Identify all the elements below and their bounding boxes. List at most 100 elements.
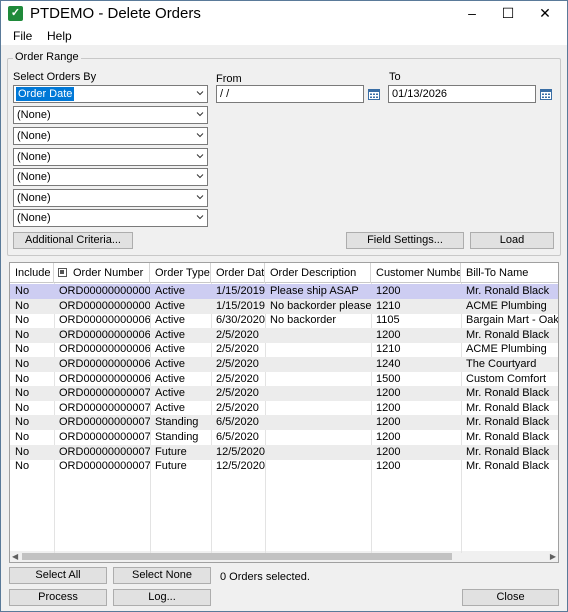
cell-bill-to-name: Mr. Ronald Black xyxy=(466,401,550,414)
column-header-label: Order Type xyxy=(155,267,210,279)
table-row[interactable]: No ORD000000000068 Active 2/5/2020 1240 The C… xyxy=(10,357,558,372)
select-all-button[interactable]: Select All xyxy=(9,567,107,584)
criteria-select-1[interactable]: Order Date xyxy=(13,85,208,103)
scroll-left-icon[interactable]: ◀ xyxy=(12,552,18,561)
cell-order-number: ORD000000000074 xyxy=(59,445,150,458)
cell-order-number: ORD000000000002 xyxy=(59,299,150,312)
cell-include: No xyxy=(15,372,30,385)
cell-order-description xyxy=(265,342,371,357)
cell-bill-to-name: The Courtyard xyxy=(466,358,537,370)
column-header-include[interactable]: Include xyxy=(10,263,54,283)
criteria-select-6-value: (None) xyxy=(17,192,51,204)
delete-orders-window: ✓ PTDEMO - Delete Orders – ☐ ✕ File Help… xyxy=(0,0,568,612)
criteria-select-4[interactable]: (None) xyxy=(13,148,208,166)
cell-include: No xyxy=(15,387,30,400)
column-header-bill-to-name[interactable]: Bill-To Name xyxy=(461,263,558,283)
cell-order-type: Active xyxy=(155,285,185,297)
cell-customer-number: 1200 xyxy=(376,387,401,400)
load-button[interactable]: Load xyxy=(470,232,554,249)
process-button[interactable]: Process xyxy=(9,589,107,606)
cell-customer-number: 1200 xyxy=(376,460,401,473)
cell-order-description xyxy=(265,459,371,474)
cell-order-date: 2/5/2020 xyxy=(216,343,259,356)
column-header-label: Order Date xyxy=(216,267,265,279)
cell-include: No xyxy=(15,445,30,458)
cell-customer-number: 1200 xyxy=(376,328,401,341)
title-bar: ✓ PTDEMO - Delete Orders – ☐ ✕ xyxy=(1,1,567,27)
menu-file[interactable]: File xyxy=(13,29,32,43)
order-range-title: Order Range xyxy=(13,51,81,63)
column-header-order-type[interactable]: Order Type xyxy=(150,263,211,283)
table-row[interactable]: No ORD000000000001 Active 1/15/2019 Please s… xyxy=(10,284,558,299)
window-title: PTDEMO - Delete Orders xyxy=(30,5,201,22)
table-row[interactable]: No ORD000000000002 Active 1/15/2019 No backo… xyxy=(10,298,558,314)
minimize-button[interactable]: – xyxy=(455,1,489,25)
cell-order-type: Standing xyxy=(155,416,199,429)
to-date-input[interactable]: 01/13/2026 xyxy=(388,85,536,103)
from-date-value: / / xyxy=(220,88,230,100)
close-button[interactable]: Close xyxy=(462,589,559,606)
column-header-order-description[interactable]: Order Description xyxy=(265,263,371,283)
cell-order-number: ORD000000000072 xyxy=(59,416,150,429)
cell-bill-to-name: Mr. Ronald Black xyxy=(466,445,550,458)
scroll-right-icon[interactable]: ▶ xyxy=(550,552,556,561)
chevron-down-icon xyxy=(196,215,204,220)
from-date-input[interactable]: / / xyxy=(216,85,364,103)
table-row[interactable]: No ORD000000000075 Future 12/5/2020 1200 Mr. … xyxy=(10,459,558,474)
column-header-order-date[interactable]: Order Date xyxy=(211,263,265,283)
cell-customer-number: 1210 xyxy=(376,299,401,312)
cell-order-date: 6/30/2020 xyxy=(216,314,265,327)
log-button[interactable]: Log... xyxy=(113,589,211,606)
app-check-icon: ✓ xyxy=(8,6,23,21)
table-row[interactable]: No ORD000000000069 Active 2/5/2020 1500 Custo… xyxy=(10,372,558,387)
calendar-icon[interactable] xyxy=(368,88,380,100)
cell-customer-number: 1500 xyxy=(376,372,401,385)
chevron-down-icon xyxy=(196,112,204,117)
cell-include: No xyxy=(15,460,30,473)
menu-help[interactable]: Help xyxy=(47,29,72,43)
cell-order-date: 1/15/2019 xyxy=(216,299,265,312)
table-row[interactable]: No ORD000000000066 Active 2/5/2020 1200 Mr. R… xyxy=(10,327,558,343)
cell-order-date: 12/5/2020 xyxy=(216,445,265,458)
cell-include: No xyxy=(15,431,30,443)
table-row[interactable]: No ORD000000000073 Standing 6/5/2020 1200 Mr.… xyxy=(10,430,558,445)
cell-order-type: Standing xyxy=(155,431,199,443)
column-header-order-number[interactable]: Order Number xyxy=(54,263,150,283)
cell-order-number: ORD000000000067 xyxy=(59,343,150,356)
to-label: To xyxy=(389,71,401,83)
table-row[interactable]: No ORD000000000072 Standing 6/5/2020 1200 Mr.… xyxy=(10,415,558,431)
cell-order-description: Please ship ASAP xyxy=(270,285,359,297)
criteria-select-6[interactable]: (None) xyxy=(13,189,208,207)
cell-order-description: No backorder xyxy=(270,314,337,327)
cell-order-type: Active xyxy=(155,299,185,312)
orders-grid[interactable]: Include Order Number Order Type Order Date O… xyxy=(9,262,559,563)
scrollbar-thumb[interactable] xyxy=(22,553,452,560)
cell-order-date: 1/15/2019 xyxy=(216,285,265,297)
cell-order-number: ORD000000000068 xyxy=(59,358,150,370)
cell-bill-to-name: ACME Plumbing xyxy=(466,299,547,312)
select-none-button[interactable]: Select None xyxy=(113,567,211,584)
horizontal-scrollbar[interactable]: ◀ ▶ xyxy=(10,551,558,562)
calendar-icon[interactable] xyxy=(540,88,552,100)
cell-order-type: Active xyxy=(155,358,185,370)
close-window-button[interactable]: ✕ xyxy=(528,1,562,25)
field-settings-button[interactable]: Field Settings... xyxy=(346,232,464,249)
table-row[interactable]: No ORD000000000067 Active 2/5/2020 1210 ACME … xyxy=(10,342,558,357)
cell-customer-number: 1210 xyxy=(376,343,401,356)
table-row[interactable]: No ORD000000000070 Active 2/5/2020 1200 Mr. R… xyxy=(10,386,558,402)
cell-order-description xyxy=(265,357,371,372)
criteria-select-2[interactable]: (None) xyxy=(13,106,208,124)
cell-include: No xyxy=(15,343,30,356)
cell-order-description: No backorder please xyxy=(270,299,371,312)
table-row[interactable]: No ORD000000000074 Future 12/5/2020 1200 Mr. … xyxy=(10,444,558,460)
column-header-customer-number[interactable]: Customer Number xyxy=(371,263,461,283)
selection-status: 0 Orders selected. xyxy=(220,571,310,583)
table-row[interactable]: No ORD000000000063 Active 6/30/2020 No backo… xyxy=(10,313,558,328)
additional-criteria-button[interactable]: Additional Criteria... xyxy=(13,232,133,249)
criteria-select-3[interactable]: (None) xyxy=(13,127,208,145)
table-row[interactable]: No ORD000000000071 Active 2/5/2020 1200 Mr. R… xyxy=(10,401,558,416)
criteria-select-7[interactable]: (None) xyxy=(13,209,208,227)
maximize-button[interactable]: ☐ xyxy=(491,1,525,25)
criteria-select-5[interactable]: (None) xyxy=(13,168,208,186)
cell-bill-to-name: Mr. Ronald Black xyxy=(466,460,550,473)
